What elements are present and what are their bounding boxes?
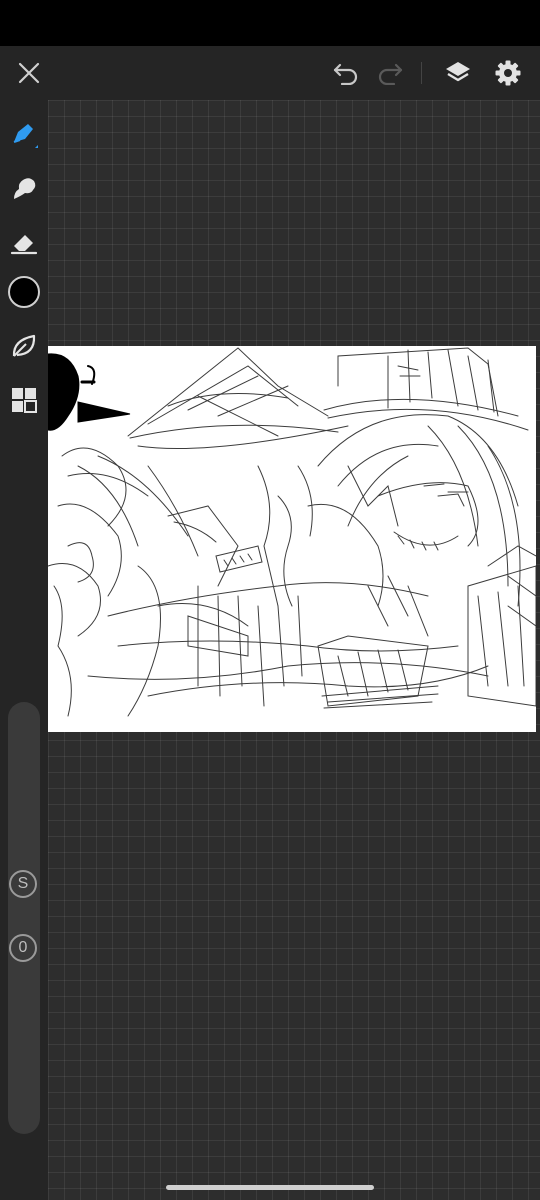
smudge-tool[interactable] — [0, 166, 48, 210]
redo-button[interactable] — [370, 46, 410, 100]
brush-icon — [13, 124, 38, 148]
settings-button[interactable] — [488, 46, 528, 100]
eraser-icon — [10, 235, 38, 255]
selection-tool[interactable] — [0, 324, 48, 368]
undo-button[interactable] — [326, 46, 366, 100]
color-swatch[interactable] — [0, 270, 48, 314]
gallery-tool[interactable] — [0, 378, 48, 422]
toolbar-divider — [421, 62, 422, 84]
redo-icon — [378, 63, 403, 85]
close-icon — [18, 62, 40, 84]
layers-icon — [446, 62, 470, 82]
brush-size-badge[interactable]: S — [9, 870, 37, 898]
opacity-badge[interactable]: 0 — [9, 934, 37, 962]
grid-icon — [12, 388, 37, 413]
color-swatch-icon — [8, 276, 40, 308]
brush-tool[interactable] — [0, 112, 48, 156]
close-button[interactable] — [8, 46, 50, 100]
eraser-tool[interactable] — [0, 220, 48, 264]
drawing-artboard[interactable] — [48, 346, 536, 732]
lasso-leaf-icon — [12, 334, 36, 357]
layers-button[interactable] — [438, 46, 478, 100]
sketch-drawing — [48, 347, 536, 717]
top-toolbar — [0, 46, 540, 100]
undo-icon — [333, 63, 358, 85]
home-indicator[interactable] — [166, 1185, 374, 1190]
status-bar — [0, 0, 540, 46]
gear-icon — [495, 60, 521, 86]
smudge-icon — [14, 178, 36, 199]
brush-size-slider[interactable] — [8, 702, 40, 1134]
